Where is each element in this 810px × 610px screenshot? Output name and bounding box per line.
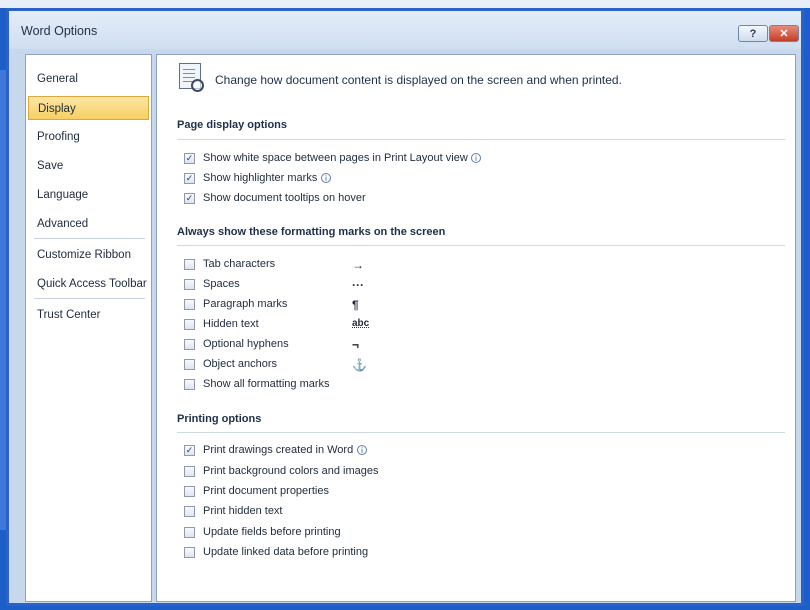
sidebar-divider — [34, 238, 145, 239]
option-label: Show document tooltips on hover — [203, 192, 366, 204]
option-label: Object anchors — [203, 358, 277, 370]
checkbox-checked[interactable]: ✓ — [184, 153, 195, 164]
sidebar-divider — [34, 298, 145, 299]
checkbox[interactable] — [184, 379, 195, 390]
info-icon: i — [471, 153, 481, 163]
word-options-dialog: Word Options ? ✕ General Display Proofin… — [6, 8, 804, 606]
space-mark-symbol: ··· — [352, 278, 364, 292]
section-divider — [177, 245, 785, 246]
sidebar-item-save[interactable]: Save — [28, 154, 149, 178]
sidebar-item-general[interactable]: General — [28, 67, 149, 91]
option-label: Paragraph marks — [203, 298, 288, 310]
option-label: Tab characters — [203, 258, 276, 270]
tab-mark-symbol: → — [352, 258, 364, 272]
sidebar-item-display[interactable]: Display — [28, 96, 149, 120]
section-printing: Printing options — [177, 413, 262, 425]
sidebar-item-proofing[interactable]: Proofing — [28, 125, 149, 149]
option-label: Print background colors and images — [203, 465, 379, 477]
info-icon: i — [321, 173, 331, 183]
section-divider — [177, 432, 785, 433]
option-label: Show all formatting marks — [203, 378, 330, 390]
sidebar-item-advanced[interactable]: Advanced — [28, 212, 149, 236]
anchor-icon: ⚓ — [352, 358, 367, 372]
checkbox-checked[interactable]: ✓ — [184, 445, 195, 456]
sidebar-item-customize-ribbon[interactable]: Customize Ribbon — [28, 243, 149, 267]
option-label: Spaces — [203, 278, 240, 290]
checkbox[interactable] — [184, 279, 195, 290]
option-label: Print document properties — [203, 485, 329, 497]
checkbox[interactable] — [184, 339, 195, 350]
option-label: Show white space between pages in Print … — [203, 152, 468, 164]
magnifier-icon — [191, 79, 204, 92]
checkbox[interactable] — [184, 259, 195, 270]
checkbox[interactable] — [184, 527, 195, 538]
checkbox[interactable] — [184, 466, 195, 477]
option-label: Optional hyphens — [203, 338, 289, 350]
hyphen-mark-symbol: ¬ — [352, 338, 360, 352]
help-button[interactable]: ? — [738, 25, 768, 42]
options-sidebar: General Display Proofing Save Language A… — [25, 54, 152, 602]
option-label: Print drawings created in Word — [203, 444, 354, 456]
sidebar-item-quick-access-toolbar[interactable]: Quick Access Toolbar — [28, 272, 149, 296]
section-formatting-marks: Always show these formatting marks on th… — [177, 226, 446, 238]
checkbox[interactable] — [184, 506, 195, 517]
hidden-text-mark-symbol: abc — [352, 318, 370, 329]
section-page-display: Page display options — [177, 119, 288, 131]
sidebar-item-trust-center[interactable]: Trust Center — [28, 303, 149, 327]
checkbox-checked[interactable]: ✓ — [184, 193, 195, 204]
checkbox[interactable] — [184, 486, 195, 497]
intro-text: Change how document content is displayed… — [215, 73, 622, 87]
title-bar: Word Options ? ✕ — [9, 11, 801, 49]
option-label: Update linked data before printing — [203, 546, 369, 558]
checkbox[interactable] — [184, 299, 195, 310]
checkbox-checked[interactable]: ✓ — [184, 173, 195, 184]
display-options-panel: Change how document content is displayed… — [156, 54, 796, 602]
option-label: Update fields before printing — [203, 526, 341, 538]
checkbox[interactable] — [184, 319, 195, 330]
paragraph-mark-symbol: ¶ — [352, 298, 359, 312]
checkbox[interactable] — [184, 359, 195, 370]
checkbox[interactable] — [184, 547, 195, 558]
sidebar-item-language[interactable]: Language — [28, 183, 149, 207]
option-label: Hidden text — [203, 318, 259, 330]
section-divider — [177, 139, 785, 140]
option-label: Print hidden text — [203, 505, 283, 517]
dialog-title: Word Options — [21, 24, 98, 38]
close-button[interactable]: ✕ — [769, 25, 799, 42]
info-icon: i — [357, 445, 367, 455]
top-strip — [0, 0, 810, 8]
option-label: Show highlighter marks — [203, 172, 318, 184]
